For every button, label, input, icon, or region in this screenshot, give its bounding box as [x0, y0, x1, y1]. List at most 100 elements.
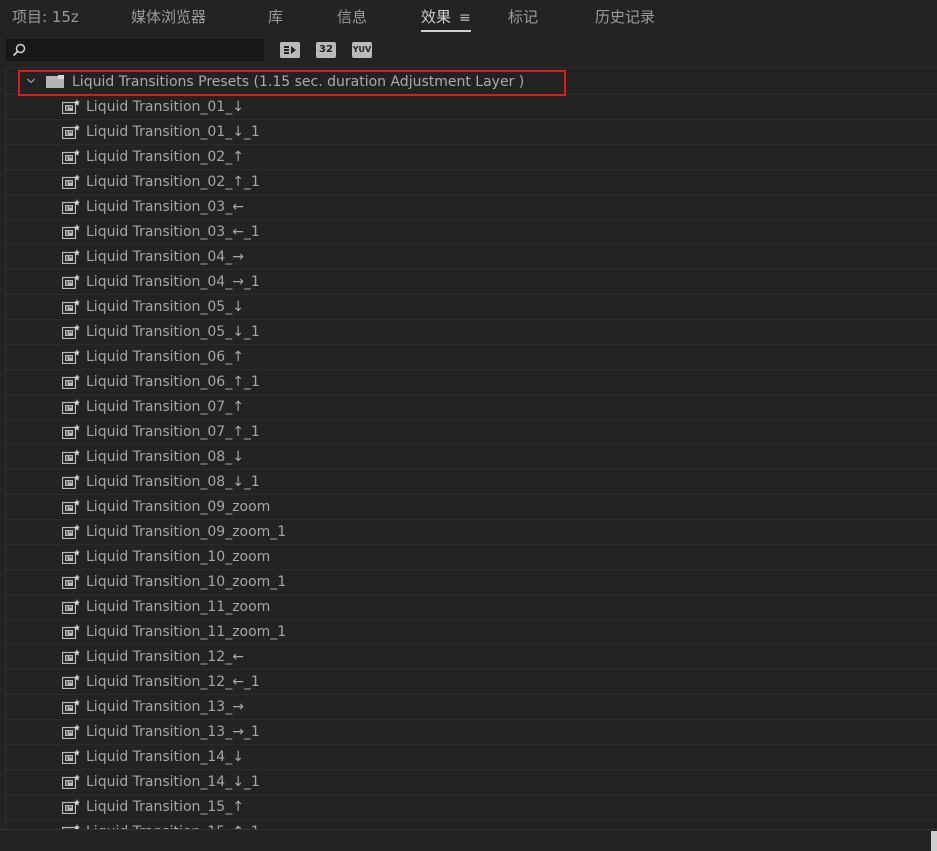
preset-label: Liquid Transition_03_←_1	[86, 224, 260, 240]
preset-label: Liquid Transition_08_↓	[86, 449, 244, 465]
preset-icon	[62, 674, 80, 689]
preset-label: Liquid Transition_11_zoom_1	[86, 624, 287, 640]
folder-icon	[46, 75, 64, 88]
preset-icon	[62, 524, 80, 539]
preset-icon	[62, 724, 80, 739]
preset-label: Liquid Transition_09_zoom_1	[86, 524, 287, 540]
effects-toolbar: 32 YUV	[0, 34, 937, 66]
panel-menu-icon[interactable]: ≡	[459, 7, 471, 29]
preset-row[interactable]: Liquid Transition_03_←_1	[6, 220, 937, 245]
preset-icon	[62, 749, 80, 764]
preset-row[interactable]: Liquid Transition_15_↑	[6, 795, 937, 820]
preset-label: Liquid Transition_07_↑	[86, 399, 244, 415]
preset-row[interactable]: Liquid Transition_05_↓_1	[6, 320, 937, 345]
preset-icon	[62, 474, 80, 489]
preset-icon	[62, 549, 80, 564]
preset-row[interactable]: Liquid Transition_11_zoom	[6, 595, 937, 620]
panel-bottom-bar	[0, 829, 937, 851]
preset-label: Liquid Transition_01_↓	[86, 99, 244, 115]
preset-label: Liquid Transition_04_→	[86, 249, 244, 265]
preset-label: Liquid Transition_13_→	[86, 699, 244, 715]
preset-label: Liquid Transition_01_↓_1	[86, 124, 260, 140]
preset-icon	[62, 699, 80, 714]
preset-label: Liquid Transition_05_↓_1	[86, 324, 260, 340]
preset-row[interactable]: Liquid Transition_02_↑	[6, 145, 937, 170]
preset-row[interactable]: Liquid Transition_06_↑_1	[6, 370, 937, 395]
tab-effects[interactable]: 效果 ≡	[421, 6, 471, 32]
preset-row[interactable]: Liquid Transition_05_↓	[6, 295, 937, 320]
preset-row[interactable]: Liquid Transition_03_←	[6, 195, 937, 220]
folder-label: Liquid Transitions Presets (1.15 sec. du…	[72, 74, 525, 90]
preset-icon	[62, 399, 80, 414]
preset-row[interactable]: Liquid Transition_04_→_1	[6, 270, 937, 295]
preset-icon	[62, 774, 80, 789]
preset-icon	[62, 499, 80, 514]
preset-row[interactable]: Liquid Transition_06_↑	[6, 345, 937, 370]
preset-row[interactable]: Liquid Transition_14_↓	[6, 745, 937, 770]
preset-label: Liquid Transition_15_↑	[86, 799, 244, 815]
preset-label: Liquid Transition_06_↑	[86, 349, 244, 365]
preset-icon	[62, 149, 80, 164]
search-field[interactable]	[6, 39, 264, 62]
preset-row[interactable]: Liquid Transition_01_↓_1	[6, 120, 937, 145]
preset-row[interactable]: Liquid Transition_07_↑_1	[6, 420, 937, 445]
preset-row[interactable]: Liquid Transition_02_↑_1	[6, 170, 937, 195]
tab-history[interactable]: 历史记录	[595, 6, 655, 30]
preset-label: Liquid Transition_14_↓_1	[86, 774, 260, 790]
accelerated-effects-icon	[280, 42, 300, 58]
preset-row[interactable]: Liquid Transition_13_→	[6, 695, 937, 720]
preset-row[interactable]: Liquid Transition_09_zoom	[6, 495, 937, 520]
preset-row[interactable]: Liquid Transition_09_zoom_1	[6, 520, 937, 545]
search-icon	[12, 43, 26, 57]
preset-icon	[62, 374, 80, 389]
panel-resize-corner[interactable]	[931, 831, 937, 851]
preset-icon	[62, 174, 80, 189]
preset-row[interactable]: Liquid Transition_08_↓	[6, 445, 937, 470]
preset-icon	[62, 424, 80, 439]
tab-project[interactable]: 项目: 15z	[12, 6, 79, 30]
preset-label: Liquid Transition_12_←	[86, 649, 244, 665]
preset-label: Liquid Transition_12_←_1	[86, 674, 260, 690]
preset-icon	[62, 599, 80, 614]
preset-row[interactable]: Liquid Transition_14_↓_1	[6, 770, 937, 795]
preset-icon	[62, 299, 80, 314]
preset-label: Liquid Transition_04_→_1	[86, 274, 260, 290]
panel-tab-bar: 项目: 15z 媒体浏览器 库 信息 效果 ≡ 标记 历史记录	[0, 0, 937, 34]
tab-media-browser[interactable]: 媒体浏览器	[131, 6, 206, 30]
preset-icon	[62, 274, 80, 289]
chevron-down-icon[interactable]	[26, 76, 36, 86]
preset-icon	[62, 649, 80, 664]
preset-icon	[62, 199, 80, 214]
preset-icon	[62, 224, 80, 239]
search-input[interactable]	[29, 40, 263, 62]
preset-row[interactable]: Liquid Transition_07_↑	[6, 395, 937, 420]
preset-label: Liquid Transition_08_↓_1	[86, 474, 260, 490]
preset-icon	[62, 449, 80, 464]
preset-row[interactable]: Liquid Transition_10_zoom_1	[6, 570, 937, 595]
preset-icon	[62, 624, 80, 639]
preset-label: Liquid Transition_11_zoom	[86, 599, 271, 615]
tab-markers[interactable]: 标记	[508, 6, 538, 30]
preset-label: Liquid Transition_05_↓	[86, 299, 244, 315]
preset-icon	[62, 574, 80, 589]
preset-row[interactable]: Liquid Transition_10_zoom	[6, 545, 937, 570]
32bit-effects-button[interactable]: 32	[316, 42, 336, 58]
yuv-effects-button[interactable]: YUV	[352, 42, 372, 58]
folder-row-liquid-transitions[interactable]: Liquid Transitions Presets (1.15 sec. du…	[6, 70, 937, 95]
preset-label: Liquid Transition_02_↑_1	[86, 174, 260, 190]
preset-row[interactable]: Liquid Transition_13_→_1	[6, 720, 937, 745]
preset-icon	[62, 349, 80, 364]
preset-icon	[62, 124, 80, 139]
preset-row[interactable]: Liquid Transition_12_←_1	[6, 670, 937, 695]
preset-row[interactable]: Liquid Transition_11_zoom_1	[6, 620, 937, 645]
effects-panel-window: 项目: 15z 媒体浏览器 库 信息 效果 ≡ 标记 历史记录 32 YUV L…	[0, 0, 937, 851]
tab-info[interactable]: 信息	[337, 6, 367, 30]
tab-libraries[interactable]: 库	[268, 6, 283, 30]
effects-tree-list[interactable]: Liquid Transitions Presets (1.15 sec. du…	[5, 67, 937, 830]
preset-row[interactable]: Liquid Transition_01_↓	[6, 95, 937, 120]
preset-label: Liquid Transition_09_zoom	[86, 499, 271, 515]
preset-row[interactable]: Liquid Transition_08_↓_1	[6, 470, 937, 495]
preset-row[interactable]: Liquid Transition_12_←	[6, 645, 937, 670]
accelerated-effects-button[interactable]	[280, 42, 300, 58]
preset-row[interactable]: Liquid Transition_04_→	[6, 245, 937, 270]
